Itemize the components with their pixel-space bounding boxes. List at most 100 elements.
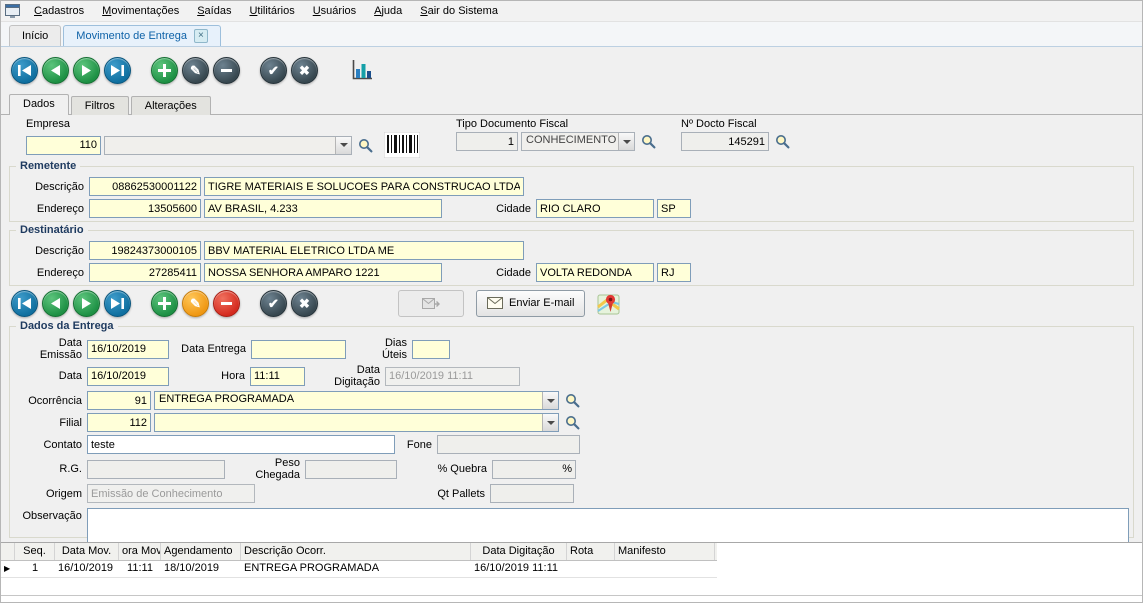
grid-header-manifesto[interactable]: Manifesto bbox=[615, 543, 715, 560]
destinatario-nome-input[interactable] bbox=[204, 241, 524, 260]
cancel-button[interactable]: ✖ bbox=[291, 57, 318, 84]
destinatario-uf-input[interactable] bbox=[657, 263, 691, 282]
forward-email-button[interactable] bbox=[398, 290, 464, 317]
detail-confirm-button[interactable]: ✔ bbox=[260, 290, 287, 317]
dados-entrega-title: Dados da Entrega bbox=[16, 320, 118, 332]
tab-inicio[interactable]: Início bbox=[9, 25, 61, 46]
detail-nav-next-button[interactable] bbox=[73, 290, 100, 317]
menu-utilitarios[interactable]: Utilitários bbox=[240, 2, 303, 20]
filial-search-icon[interactable] bbox=[565, 415, 580, 430]
nav-first-icon bbox=[18, 65, 31, 76]
tipo-doc-label: Tipo Documento Fiscal bbox=[456, 118, 656, 130]
destinatario-cep-input[interactable] bbox=[89, 263, 201, 282]
remetente-descricao-label: Descrição bbox=[14, 181, 86, 193]
grid-row[interactable]: ▶ 1 16/10/2019 11:11 18/10/2019 ENTREGA … bbox=[1, 561, 717, 578]
remetente-endereco-input[interactable] bbox=[204, 199, 442, 218]
data-entrega-input[interactable] bbox=[251, 340, 346, 359]
nav-prev-icon bbox=[50, 65, 61, 76]
quebra-field[interactable]: % bbox=[492, 460, 576, 479]
empresa-search-icon[interactable] bbox=[358, 138, 373, 153]
peso-chegada-input[interactable] bbox=[305, 460, 397, 479]
tipo-doc-combo-arrow[interactable] bbox=[618, 133, 634, 150]
destinatario-descricao-label: Descrição bbox=[14, 245, 86, 257]
data-emissao-input[interactable] bbox=[87, 340, 169, 359]
detail-nav-last-button[interactable] bbox=[104, 290, 131, 317]
empresa-combo[interactable] bbox=[104, 136, 352, 155]
enviar-email-button[interactable]: Enviar E-mail bbox=[476, 290, 585, 317]
destinatario-endereco-input[interactable] bbox=[204, 263, 442, 282]
tipo-doc-combo[interactable]: CONHECIMENTO bbox=[521, 132, 635, 151]
grid-header-rota[interactable]: Rota bbox=[567, 543, 615, 560]
confirm-button[interactable]: ✔ bbox=[260, 57, 287, 84]
add-button[interactable] bbox=[151, 57, 178, 84]
num-doc-input[interactable] bbox=[681, 132, 769, 151]
detail-delete-button[interactable] bbox=[213, 290, 240, 317]
qt-pallets-input[interactable] bbox=[490, 484, 574, 503]
tipo-doc-search-icon[interactable] bbox=[641, 134, 656, 149]
barcode-icon[interactable] bbox=[384, 132, 420, 158]
tab-dados[interactable]: Dados bbox=[9, 94, 69, 115]
nav-first-button[interactable] bbox=[11, 57, 38, 84]
menu-ajuda[interactable]: Ajuda bbox=[365, 2, 411, 20]
remetente-cidade-input[interactable] bbox=[536, 199, 654, 218]
data-input[interactable] bbox=[87, 367, 169, 386]
grid-header-seq[interactable]: Seq. bbox=[15, 543, 55, 560]
nav-prev-button[interactable] bbox=[42, 57, 69, 84]
tipo-doc-code-input[interactable] bbox=[456, 132, 518, 151]
filial-code-input[interactable] bbox=[87, 413, 151, 432]
remetente-documento-input[interactable] bbox=[89, 177, 201, 196]
tab-alteracoes[interactable]: Alterações bbox=[131, 96, 211, 115]
fone-input[interactable] bbox=[437, 435, 580, 454]
detail-nav-first-button[interactable] bbox=[11, 290, 38, 317]
num-doc-search-icon[interactable] bbox=[775, 134, 790, 149]
detail-edit-button[interactable]: ✎ bbox=[182, 290, 209, 317]
menu-movimentacoes[interactable]: Movimentações bbox=[93, 2, 188, 20]
nav-last-button[interactable] bbox=[104, 57, 131, 84]
filial-combo[interactable] bbox=[154, 413, 559, 432]
destinatario-cidade-input[interactable] bbox=[536, 263, 654, 282]
dias-uteis-input[interactable] bbox=[412, 340, 450, 359]
grid-header-data-mov[interactable]: Data Mov. bbox=[55, 543, 119, 560]
detail-nav-prev-button[interactable] bbox=[42, 290, 69, 317]
tab-movimento-de-entrega[interactable]: Movimento de Entrega × bbox=[63, 25, 221, 46]
ocorrencia-combo-arrow[interactable] bbox=[542, 392, 558, 409]
remetente-nome-input[interactable] bbox=[204, 177, 524, 196]
remetente-cep-input[interactable] bbox=[89, 199, 201, 218]
close-tab-icon[interactable]: × bbox=[194, 29, 208, 43]
menu-saidas[interactable]: Saídas bbox=[188, 2, 240, 20]
destinatario-documento-input[interactable] bbox=[89, 241, 201, 260]
detail-cancel-button[interactable]: ✖ bbox=[291, 290, 318, 317]
grid-header-agendamento[interactable]: Agendamento bbox=[161, 543, 241, 560]
detail-add-button[interactable] bbox=[151, 290, 178, 317]
ocorrencia-code-input[interactable] bbox=[87, 391, 151, 410]
empresa-code-input[interactable] bbox=[26, 136, 101, 155]
contato-input[interactable] bbox=[87, 435, 395, 454]
quebra-input[interactable] bbox=[496, 463, 562, 475]
tab-filtros[interactable]: Filtros bbox=[71, 96, 129, 115]
nav-last-icon bbox=[111, 65, 124, 76]
rg-input[interactable] bbox=[87, 460, 225, 479]
ocorrencia-combo[interactable]: ENTREGA PROGRAMADA bbox=[154, 391, 559, 410]
map-button[interactable] bbox=[597, 291, 620, 316]
grid-header-hora-mov[interactable]: ora Mov bbox=[119, 543, 161, 560]
menu-usuarios[interactable]: Usuários bbox=[304, 2, 365, 20]
grid-header-descricao-ocorr[interactable]: Descrição Ocorr. bbox=[241, 543, 471, 560]
menu-sair-do-sistema[interactable]: Sair do Sistema bbox=[411, 2, 507, 20]
remetente-uf-input[interactable] bbox=[657, 199, 691, 218]
delete-button[interactable] bbox=[213, 57, 240, 84]
app-window: Cadastros Movimentações Saídas Utilitári… bbox=[0, 0, 1143, 603]
observacao-label: Observação bbox=[14, 508, 84, 522]
edit-button[interactable]: ✎ bbox=[182, 57, 209, 84]
grid-header-data-digitacao[interactable]: Data Digitação bbox=[471, 543, 567, 560]
empresa-combo-arrow[interactable] bbox=[335, 137, 351, 154]
filial-combo-arrow[interactable] bbox=[542, 414, 558, 431]
menu-cadastros[interactable]: Cadastros bbox=[25, 2, 93, 20]
hora-input[interactable] bbox=[250, 367, 305, 386]
enviar-email-label: Enviar E-mail bbox=[509, 297, 574, 309]
nav-next-button[interactable] bbox=[73, 57, 100, 84]
chart-button[interactable] bbox=[351, 59, 374, 81]
tipo-doc-combo-text: CONHECIMENTO bbox=[522, 133, 618, 150]
ocorrencia-search-icon[interactable] bbox=[565, 393, 580, 408]
delete-icon bbox=[221, 69, 232, 72]
destinatario-title: Destinatário bbox=[16, 224, 88, 236]
